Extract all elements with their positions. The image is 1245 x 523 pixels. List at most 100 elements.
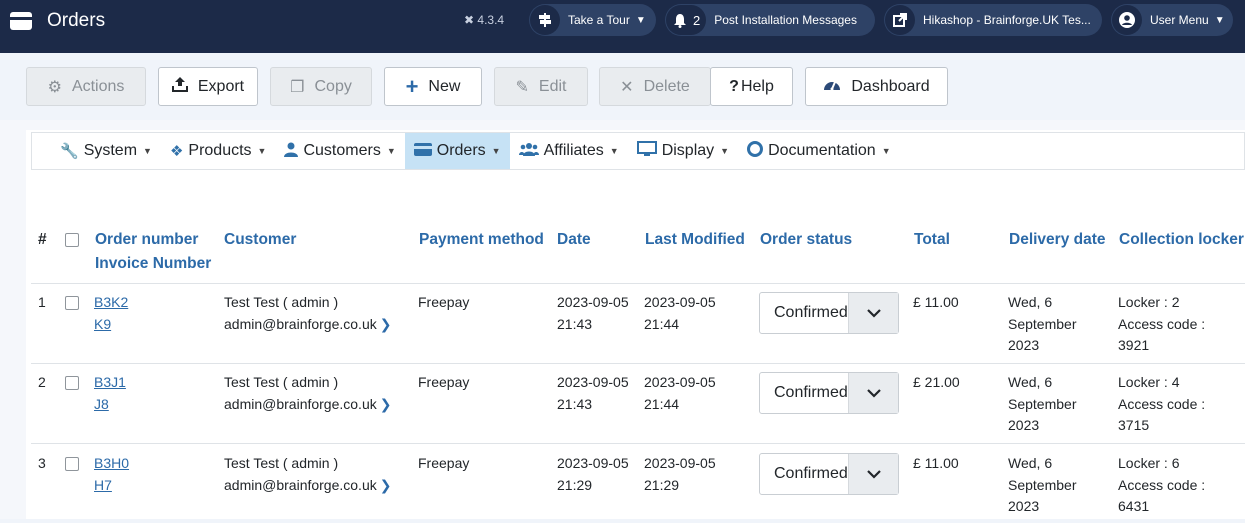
delivery-date-year: 2023 [1008,498,1040,514]
take-a-tour-button[interactable]: Take a Tour ▼ [529,4,656,36]
wrench-icon: 🔧 [60,143,79,160]
row-number: 2 [38,374,46,390]
desktop-icon [636,141,657,161]
new-label: New [428,77,461,95]
customer-email-link[interactable]: admin@brainforge.co.uk ❯ [224,314,391,336]
col-delivery-date[interactable]: Delivery date [1009,228,1106,252]
order-links: B3J1 J8 [94,372,126,415]
order-total: £ 21.00 [913,374,960,390]
delete-button[interactable]: ✕ Delete [599,67,711,106]
menu-display[interactable]: Display ▼ [628,133,738,169]
menu-products[interactable]: ❖ Products ▼ [161,133,276,169]
help-label: Help [740,77,774,95]
delivery-date-month: September [1008,476,1077,493]
invoice-number-link[interactable]: H7 [94,477,112,493]
customer-email-link[interactable]: admin@brainforge.co.uk ❯ [224,475,391,497]
menu-orders[interactable]: Orders ▼ [404,133,510,169]
select-all-checkbox[interactable] [65,233,79,247]
site-label: Hikashop - Brainforge.UK Tes... [923,13,1091,27]
col-order-status[interactable]: Order status [760,228,852,252]
actions-button[interactable]: ⚙ Actions [26,67,146,106]
col-order-number[interactable]: Order number Invoice Number [95,228,211,276]
export-button[interactable]: Export [158,67,258,106]
order-links: B3K2 K9 [94,292,128,335]
order-status-select[interactable]: Confirmed [759,453,899,495]
new-button[interactable]: + New [384,67,482,106]
table-row: 2 B3J1 J8 Test Test ( admin ) admin@brai… [31,363,1245,443]
order-date: 2023-09-05 21:43 [557,292,629,335]
menu-customers[interactable]: Customers ▼ [275,133,404,169]
menu-system[interactable]: 🔧 System ▼ [32,133,161,169]
edit-icon: ✎ [515,78,529,96]
col-payment-method[interactable]: Payment method [419,228,544,252]
customer-email-link[interactable]: admin@brainforge.co.uk ❯ [224,394,391,416]
col-date[interactable]: Date [557,228,591,252]
caret-down-icon: ▼ [143,146,152,156]
caret-down-icon: ▼ [720,146,730,156]
order-status-select[interactable]: Confirmed [759,292,899,334]
edit-button[interactable]: ✎ Edit [494,67,588,106]
order-status-select[interactable]: Confirmed [759,372,899,414]
order-date-time: 21:43 [557,315,593,332]
order-date-day: 2023-09-05 [557,374,629,390]
gears-icon: ⚙ [47,78,62,96]
order-links: B3H0 H7 [94,453,129,496]
menu-affiliates[interactable]: Affiliates ▼ [510,133,628,169]
export-icon [171,76,188,97]
top-header: Orders ✖ 4.3.4 Take a Tour ▼ 2 Post Inst… [0,0,1245,53]
help-button[interactable]: ? Help [710,67,793,106]
order-number-link[interactable]: B3H0 [94,455,129,471]
modified-date-time: 21:44 [644,395,680,412]
toolbar: ⚙ Actions Export ❐ Copy + New ✎ Edit ✕ Delete… [0,53,1245,120]
site-link-button[interactable]: Hikashop - Brainforge.UK Tes... [884,4,1102,36]
customer-email: admin@brainforge.co.uk [224,395,377,412]
orders-table-header: # Order number Invoice Number Customer P… [0,228,1245,283]
col-collection-locker[interactable]: Collection locker [1119,228,1244,252]
user-menu-button[interactable]: User Menu ▼ [1111,4,1233,36]
invoice-number-link[interactable]: J8 [94,396,109,412]
order-number-link[interactable]: B3K2 [94,294,128,310]
order-date: 2023-09-05 21:29 [557,453,629,496]
modified-date: 2023-09-05 21:29 [644,453,716,496]
order-number-link[interactable]: B3J1 [94,374,126,390]
dashboard-button[interactable]: Dashboard [805,67,948,106]
access-code-value: 6431 [1118,498,1150,514]
row-checkbox[interactable] [65,296,79,310]
chevron-down-icon: ▼ [1214,14,1225,26]
order-number-sort-link[interactable]: Order number [95,228,211,252]
col-total[interactable]: Total [914,228,950,252]
order-status-value: Confirmed [774,465,848,482]
joomla-version: ✖ 4.3.4 [464,13,504,27]
caret-down-icon: ▼ [386,146,396,156]
table-row: 3 B3H0 H7 Test Test ( admin ) admin@brai… [31,443,1245,523]
order-status-value: Confirmed [774,384,848,401]
access-code-label: Access code : [1118,395,1206,412]
access-code-label: Access code : [1118,476,1206,493]
menu-documentation[interactable]: Documentation ▼ [738,133,900,169]
row-checkbox[interactable] [65,457,79,471]
customer-name: Test Test ( admin ) [224,455,339,471]
question-icon: ? [729,77,739,95]
col-customer[interactable]: Customer [224,228,296,252]
delete-label: Delete [643,77,690,95]
customer-cell: Test Test ( admin ) admin@brainforge.co.… [224,372,391,415]
menu-system-label: System [83,142,138,159]
invoice-number-sort-link[interactable]: Invoice Number [95,252,211,276]
actions-label: Actions [71,77,125,95]
chevron-down-icon [848,373,898,413]
col-last-modified[interactable]: Last Modified [645,228,745,252]
order-date-time: 21:29 [557,476,593,493]
order-total: £ 11.00 [913,455,959,471]
payment-method: Freepay [418,374,470,390]
post-installation-messages-button[interactable]: 2 Post Installation Messages [665,4,875,36]
order-total: £ 11.00 [913,294,959,310]
invoice-number-link[interactable]: K9 [94,316,111,332]
row-checkbox[interactable] [65,376,79,390]
delivery-date-month: September [1008,315,1077,332]
delivery-date: Wed, 6 September 2023 [1008,372,1076,437]
delivery-date: Wed, 6 September 2023 [1008,453,1076,518]
external-link-icon [885,5,915,35]
row-number: 3 [38,455,46,471]
copy-button[interactable]: ❐ Copy [270,67,372,106]
order-date: 2023-09-05 21:43 [557,372,629,415]
